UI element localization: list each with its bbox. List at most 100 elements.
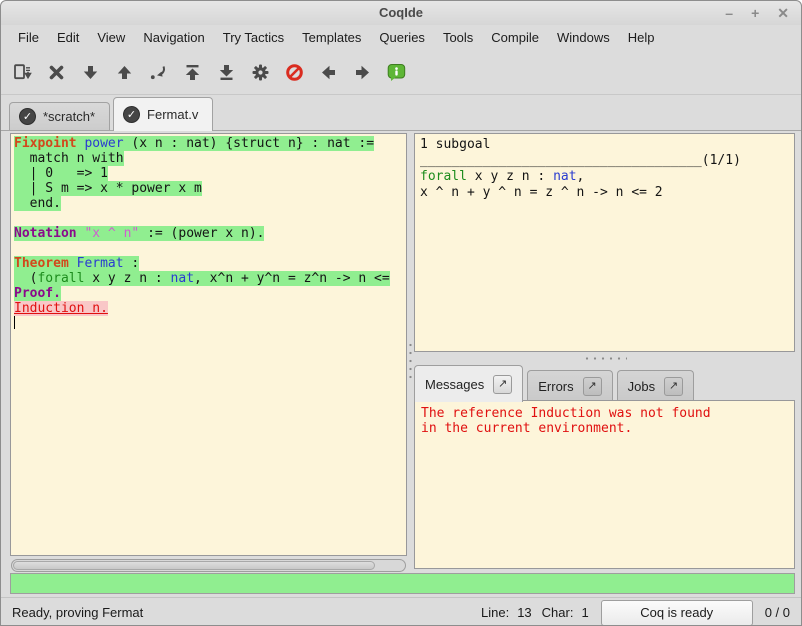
go-to-cursor-button[interactable]	[144, 57, 172, 89]
task-counter: 0 / 0	[765, 605, 790, 620]
status-bar: Ready, proving Fermat Line: 13 Char: 1 C…	[1, 597, 801, 626]
minimize-icon[interactable]: –	[725, 1, 733, 25]
code-segment: | 0 => 1	[14, 166, 108, 181]
code-line-13	[14, 316, 406, 331]
menu-item-templates[interactable]: Templates	[293, 25, 370, 51]
save-icon	[13, 63, 32, 82]
menu-item-help[interactable]: Help	[619, 25, 664, 51]
menu-bar: FileEditViewNavigationTry TacticsTemplat…	[1, 25, 801, 51]
back-button[interactable]	[314, 57, 342, 89]
horizontal-splitter[interactable]	[414, 353, 795, 362]
code-segment: (	[14, 271, 37, 286]
preferences-icon	[251, 63, 270, 82]
menu-item-file[interactable]: File	[9, 25, 48, 51]
code-segment: := (power x n).	[139, 226, 264, 241]
code-line-2: match n with	[14, 151, 406, 166]
tab-check-icon: ✓	[123, 106, 140, 123]
menu-item-view[interactable]: View	[88, 25, 134, 51]
go-to-cursor-icon	[149, 63, 168, 82]
about-icon	[387, 63, 406, 82]
tab-label: Jobs	[628, 379, 655, 394]
messages-panel[interactable]: The reference Induction was not foundin …	[414, 400, 795, 569]
back-icon	[319, 63, 338, 82]
window-controls: – + ✕	[725, 1, 789, 25]
text-cursor	[14, 316, 15, 329]
goal-line-4: x ^ n + y ^ n = z ^ n -> n <= 2	[420, 185, 794, 201]
save-button[interactable]	[8, 57, 36, 89]
code-segment: x y z n :	[84, 271, 170, 286]
code-segment: x y z n :	[467, 169, 553, 184]
code-line-9: Theorem Fermat :	[14, 256, 406, 271]
code-segment: x ^ n + y ^ n = z ^ n -> n <= 2	[420, 185, 663, 200]
tab-label: Errors	[538, 379, 573, 394]
code-segment: ,	[577, 169, 585, 184]
goals-panel[interactable]: 1 subgoal_______________________________…	[414, 133, 795, 352]
code-line-10: (forall x y z n : nat, x^n + y^n = z^n -…	[14, 271, 406, 286]
menu-item-try-tactics[interactable]: Try Tactics	[214, 25, 293, 51]
code-line-4: | S m => x * power x m	[14, 181, 406, 196]
code-segment: Fixpoint	[14, 136, 77, 151]
vertical-splitter[interactable]	[407, 133, 414, 569]
detach-messages-button[interactable]: ↗	[493, 375, 512, 394]
code-segment: forall	[420, 169, 467, 184]
tab-jobs[interactable]: Jobs ↗	[617, 370, 694, 401]
close-icon[interactable]: ✕	[777, 1, 789, 25]
go-to-start-icon	[183, 63, 202, 82]
line-label: Line:	[481, 605, 509, 620]
goal-line-1: 1 subgoal	[420, 137, 794, 153]
forward-one-icon	[81, 63, 100, 82]
forward-one-button[interactable]	[76, 57, 104, 89]
code-line-3: | 0 => 1	[14, 166, 406, 181]
tab-label: Messages	[425, 377, 484, 392]
code-line-1: Fixpoint power (x n : nat) {struct n} : …	[14, 136, 406, 151]
status-right-group: Line: 13 Char: 1 Coq is ready 0 / 0	[471, 600, 790, 626]
code-segment: Notation	[14, 226, 77, 241]
menu-item-queries[interactable]: Queries	[370, 25, 434, 51]
backward-one-button[interactable]	[110, 57, 138, 89]
message-line-2: in the current environment.	[421, 421, 794, 436]
detach-jobs-button[interactable]: ↗	[664, 377, 683, 396]
code-segment: (x n : nat) {struct n} : nat :=	[124, 136, 374, 151]
close-button[interactable]	[42, 57, 70, 89]
document-tab-bar: ✓*scratch*✓Fermat.v	[1, 95, 801, 131]
editor-horizontal-scrollbar[interactable]	[11, 559, 406, 572]
script-editor[interactable]: Fixpoint power (x n : nat) {struct n} : …	[10, 133, 407, 556]
coq-status-button[interactable]: Coq is ready	[601, 600, 753, 626]
tab-fermat-v[interactable]: ✓ Fermat.v	[113, 97, 213, 131]
preferences-button[interactable]	[246, 57, 274, 89]
scrollbar-thumb[interactable]	[13, 561, 375, 570]
forward-button[interactable]	[348, 57, 376, 89]
menu-item-tools[interactable]: Tools	[434, 25, 482, 51]
goal-line-3: forall x y z n : nat,	[420, 169, 794, 185]
about-button[interactable]	[382, 57, 410, 89]
detach-errors-button[interactable]: ↗	[583, 377, 602, 396]
goal-line-2: ____________________________________(1/1…	[420, 153, 794, 169]
maximize-icon[interactable]: +	[751, 1, 759, 25]
code-segment: Theorem	[14, 256, 69, 271]
tab-errors[interactable]: Errors ↗	[527, 370, 612, 401]
interrupt-icon	[285, 63, 304, 82]
code-segment: match n with	[14, 151, 124, 166]
go-to-start-button[interactable]	[178, 57, 206, 89]
menu-item-navigation[interactable]: Navigation	[134, 25, 213, 51]
menu-item-windows[interactable]: Windows	[548, 25, 619, 51]
tab-messages[interactable]: Messages ↗	[414, 365, 523, 402]
line-value: 13	[517, 605, 531, 620]
tab-scratch[interactable]: ✓*scratch*	[9, 102, 110, 130]
code-line-6	[14, 211, 406, 226]
tab-check-icon: ✓	[19, 108, 36, 125]
status-text: Ready, proving Fermat	[12, 605, 471, 620]
toolbar	[1, 51, 801, 95]
code-segment: Fermat	[77, 256, 124, 271]
code-segment: ____________________________________(1/1…	[420, 153, 741, 168]
code-segment: , x^n + y^n = z^n -> n <=	[194, 271, 390, 286]
go-to-end-button[interactable]	[212, 57, 240, 89]
code-segment: 1 subgoal	[420, 137, 490, 152]
interrupt-button[interactable]	[280, 57, 308, 89]
tab-label: Fermat.v	[147, 107, 198, 122]
menu-item-edit[interactable]: Edit	[48, 25, 88, 51]
title-bar[interactable]: CoqIde – + ✕	[1, 1, 801, 25]
coqide-window: CoqIde – + ✕ FileEditViewNavigationTry T…	[0, 0, 802, 626]
menu-item-compile[interactable]: Compile	[482, 25, 548, 51]
code-segment: power	[84, 136, 123, 151]
